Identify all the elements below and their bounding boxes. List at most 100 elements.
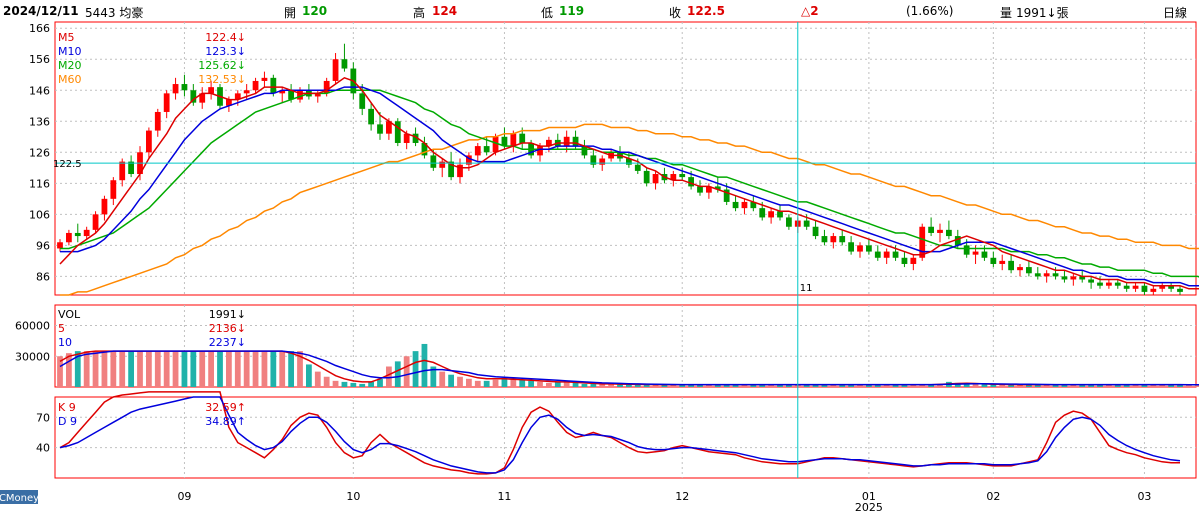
candle-body (883, 251, 890, 258)
candle-body (261, 77, 268, 81)
candle-body (679, 174, 686, 178)
volume-bar (590, 383, 597, 387)
volume-bar (448, 374, 454, 387)
candle-body (368, 108, 374, 125)
volume-bar (581, 383, 588, 387)
ma-legend-value: 132.53↓ (198, 73, 246, 86)
candle-body (181, 84, 188, 91)
volume-legend-value: 2136↓ (209, 322, 246, 335)
candle-body (270, 77, 277, 94)
x-tick-label: 12 (675, 490, 689, 503)
volume-bar (172, 351, 179, 387)
candle-body (1132, 285, 1139, 289)
volume-bar (306, 364, 312, 387)
candle-body (1088, 279, 1094, 283)
kd-legend-value: 32.59↑ (205, 401, 246, 414)
volume-bar (608, 384, 614, 387)
volume-legend-name: 5 (58, 322, 65, 335)
ma-legend-name: M60 (58, 73, 82, 86)
volume-bar (163, 351, 170, 387)
candle-body (599, 158, 606, 165)
candle-body (1008, 260, 1014, 271)
candle-body (1061, 276, 1068, 280)
candle-body (172, 84, 179, 94)
candle-body (759, 208, 766, 218)
volume-bar (528, 380, 534, 387)
candle-body (981, 251, 988, 258)
volume-bar (572, 382, 579, 387)
candle-body (163, 93, 170, 112)
price-tick-label: 126 (29, 146, 50, 159)
candle-body (812, 226, 819, 237)
volume-bar (466, 378, 472, 387)
candle-body (732, 201, 739, 209)
volume-bar (101, 351, 108, 387)
candle-body (110, 180, 117, 199)
price-tick-label: 166 (29, 22, 50, 35)
volume-bar (314, 371, 321, 387)
volume-legend-value: 2237↓ (209, 336, 246, 349)
volume-legend-value: 1991↓ (209, 308, 246, 321)
volume-bar (243, 351, 250, 387)
candle-body (1106, 282, 1112, 286)
candle-body (821, 236, 828, 243)
ma-legend-name: M5 (58, 31, 75, 44)
ma-legend-value: 122.4↓ (205, 31, 246, 44)
volume-bar (137, 351, 143, 387)
volume-bar (519, 379, 526, 387)
candle-body (474, 146, 481, 156)
candle-body (1026, 267, 1032, 274)
cursor-day-label: 11 (800, 283, 813, 294)
volume-bar (492, 379, 499, 387)
ma-legend-name: M20 (58, 59, 82, 72)
candle-body (1043, 273, 1050, 277)
candle-body (937, 229, 943, 233)
candle-body (874, 251, 881, 258)
candle-body (928, 226, 934, 233)
volume-bar (386, 366, 392, 387)
price-tick-label: 106 (29, 208, 50, 221)
volume-bar (288, 351, 294, 387)
volume-bar (332, 380, 339, 387)
candle-body (439, 161, 446, 168)
volume-bar (261, 351, 268, 387)
price-tick-label: 86 (36, 270, 50, 283)
candle-body (839, 236, 846, 243)
ma20-line (60, 89, 1199, 278)
candle-body (688, 177, 694, 187)
ma10-line (60, 86, 1199, 287)
volume-bar (599, 384, 606, 387)
volume-bar (270, 351, 277, 387)
volume-bar (226, 351, 232, 387)
kd-legend-value: 34.89↑ (205, 415, 246, 428)
candle-body (101, 198, 108, 215)
candle-body (359, 93, 366, 109)
candle-body (252, 80, 259, 91)
kd-legend-name: D 9 (58, 415, 77, 428)
candle-body (643, 170, 650, 184)
candle-body (519, 133, 526, 143)
candle-body (963, 245, 970, 255)
candle-body (146, 130, 152, 153)
volume-bar (92, 351, 99, 387)
volume-bar (457, 376, 463, 387)
candle-body (297, 90, 303, 100)
volume-legend-name: VOL (58, 308, 81, 321)
volume-bar (119, 351, 126, 387)
price-tick-label: 156 (29, 53, 50, 66)
candle-body (1177, 288, 1183, 292)
x-tick-label: 10 (346, 490, 360, 503)
candle-body (1141, 285, 1148, 292)
candle-body (803, 220, 810, 227)
kd-tick-label: 70 (36, 411, 50, 424)
candle-body (74, 232, 81, 237)
candle-body (697, 186, 703, 193)
candle-body (563, 136, 570, 147)
candle-body (910, 257, 917, 264)
candle-body (830, 236, 837, 243)
volume-bar (341, 381, 348, 387)
candle-body (652, 174, 659, 184)
volume-bar (483, 380, 490, 387)
volume-bar (474, 380, 481, 387)
candle-body (83, 229, 90, 237)
